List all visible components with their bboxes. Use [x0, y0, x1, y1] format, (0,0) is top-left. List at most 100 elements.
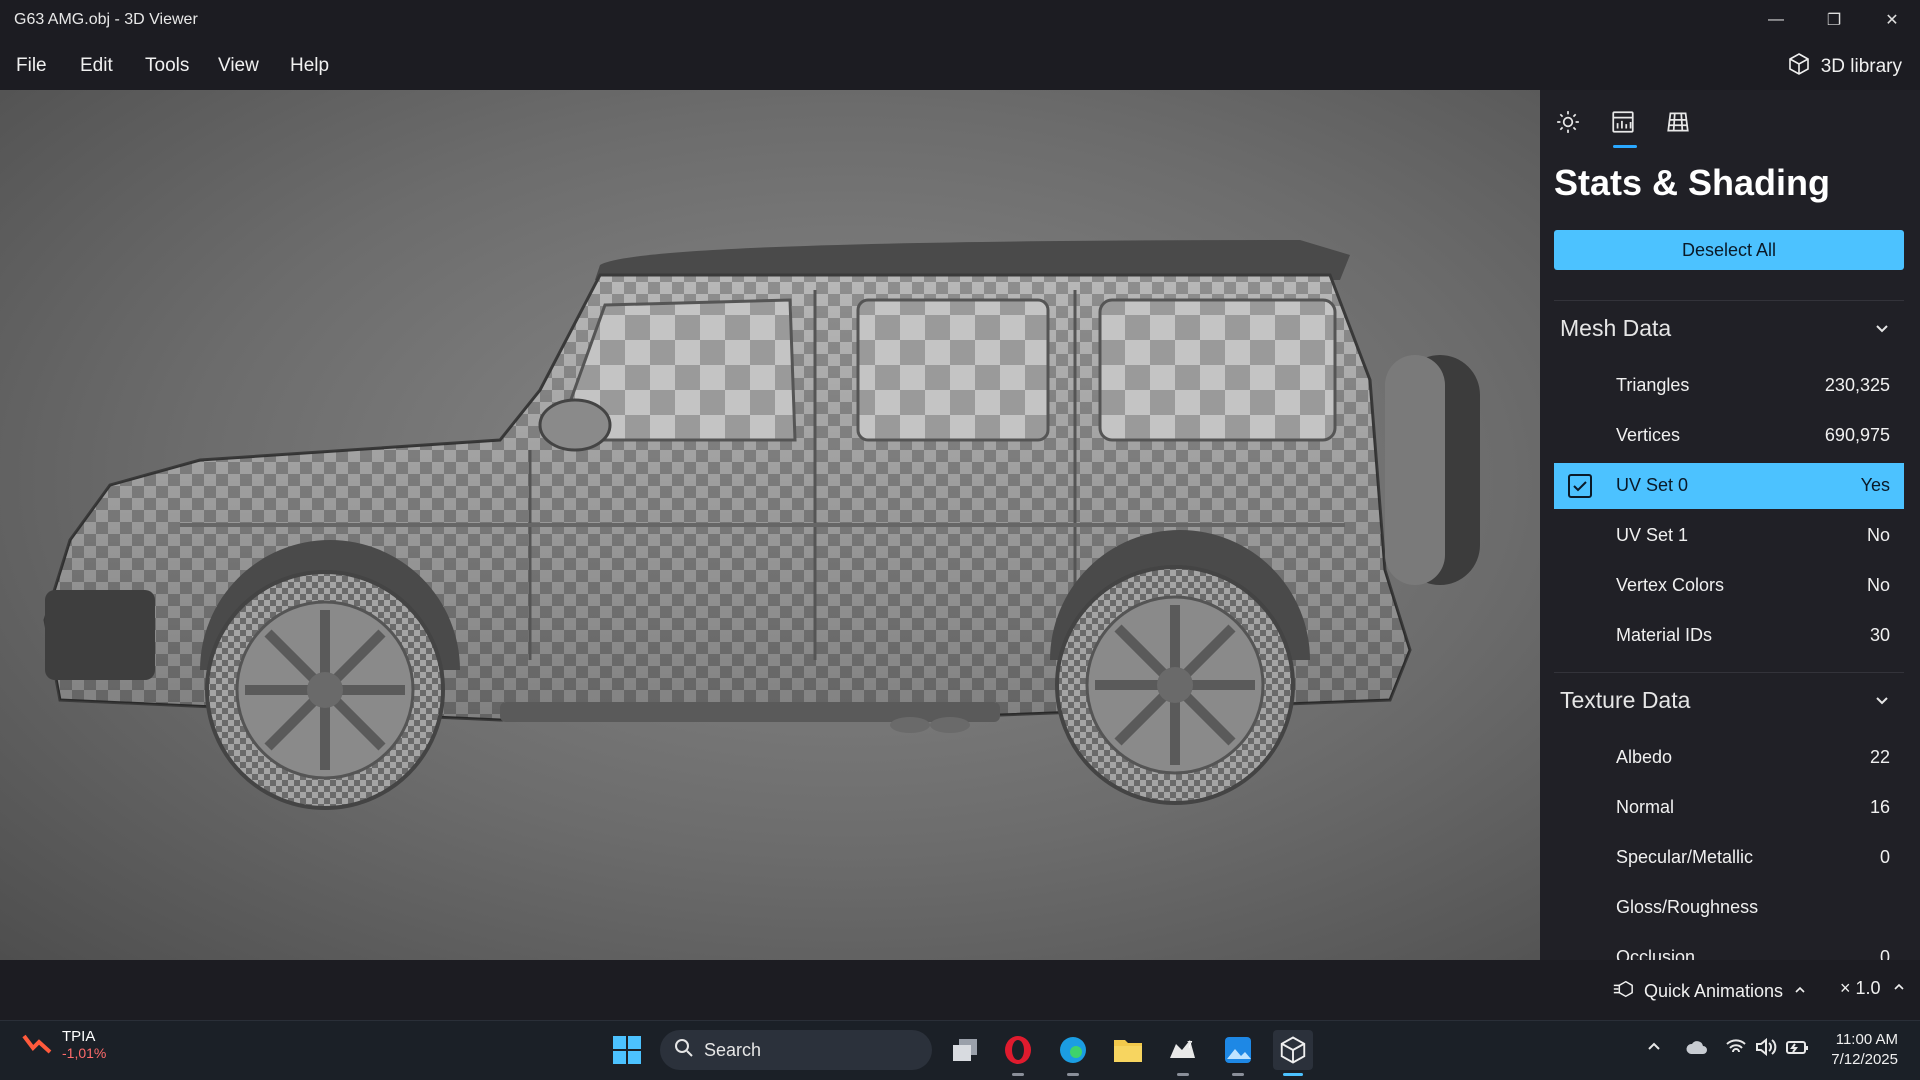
- stat-label: Specular/Metallic: [1616, 847, 1754, 867]
- start-button[interactable]: [607, 1030, 647, 1070]
- stat-value: 0: [1879, 847, 1890, 867]
- close-icon: ✕: [1885, 12, 1899, 29]
- chevron-down-icon: [1872, 317, 1892, 344]
- stat-row-uv-set-0[interactable]: UV Set 0 Yes: [1554, 463, 1904, 509]
- animation-icon: [1612, 978, 1634, 1005]
- maximize-button[interactable]: ❐: [1806, 0, 1862, 40]
- stock-chart-icon-shape: [22, 1034, 52, 1054]
- uv-set-0-checkbox[interactable]: [1568, 474, 1592, 498]
- stat-row-albedo[interactable]: Albedo 22: [1554, 735, 1904, 781]
- menu-tools[interactable]: Tools: [145, 55, 189, 77]
- stat-value: 690,975: [1824, 425, 1890, 445]
- 3d-viewport[interactable]: [0, 90, 1540, 960]
- playback-speed[interactable]: × 1.0: [1840, 978, 1906, 999]
- grid-icon: [1665, 109, 1691, 140]
- 3d-viewer-icon: [1280, 1036, 1306, 1064]
- minimize-icon: —: [1768, 11, 1784, 28]
- menu-file[interactable]: File: [16, 55, 47, 77]
- windows-icon: [613, 1036, 641, 1064]
- wifi-icon[interactable]: [1725, 1038, 1747, 1061]
- stock-widget[interactable]: TPIA -1,01%: [22, 1028, 106, 1061]
- stat-row-occlusion[interactable]: Occlusion 0: [1554, 935, 1904, 960]
- taskbar-file-explorer[interactable]: [1108, 1030, 1148, 1070]
- task-view-button[interactable]: [945, 1030, 985, 1070]
- stat-row-gloss-roughness[interactable]: Gloss/Roughness: [1554, 885, 1904, 931]
- texture-data-header[interactable]: Texture Data: [1554, 672, 1904, 728]
- restore-icon: ❐: [1826, 12, 1842, 29]
- photos-icon: [1225, 1037, 1251, 1063]
- taskbar-3d-viewer[interactable]: [1273, 1030, 1313, 1076]
- quick-animations-label: Quick Animations: [1644, 981, 1784, 1001]
- window-title: G63 AMG.obj - 3D Viewer: [14, 11, 198, 28]
- tab-stats[interactable]: [1603, 106, 1643, 148]
- mesh-data-header[interactable]: Mesh Data: [1554, 300, 1904, 356]
- chevron-up-icon[interactable]: [1645, 1038, 1663, 1061]
- 3d-library-label: 3D library: [1820, 56, 1902, 77]
- clock-time: 11:00 AM: [1835, 1031, 1898, 1048]
- stat-label: UV Set 1: [1616, 525, 1689, 545]
- title-bar: G63 AMG.obj - 3D Viewer — ❐ ✕: [0, 0, 1920, 40]
- stat-label: Triangles: [1616, 375, 1690, 395]
- task-view-icon: [953, 1039, 977, 1061]
- battery-icon[interactable]: [1785, 1038, 1809, 1061]
- stat-row-specular-metallic[interactable]: Specular/Metallic 0: [1554, 835, 1904, 881]
- mesh-data-title: Mesh Data: [1560, 315, 1672, 341]
- stat-value: No: [1866, 575, 1890, 595]
- stat-row-normal[interactable]: Normal 16: [1554, 785, 1904, 831]
- stat-label: Normal: [1616, 797, 1675, 817]
- vehicle-model: [43, 240, 1480, 810]
- quick-animations-button[interactable]: Quick Animations: [1612, 978, 1807, 1005]
- texture-data-title: Texture Data: [1560, 687, 1691, 713]
- taskbar-opera[interactable]: [998, 1030, 1038, 1076]
- edge-icon: [1060, 1037, 1086, 1063]
- menu-help[interactable]: Help: [290, 55, 329, 77]
- taskbar-search[interactable]: Search: [660, 1030, 932, 1070]
- taskbar-rhino[interactable]: 7: [1163, 1030, 1203, 1076]
- onedrive-icon[interactable]: [1685, 1038, 1709, 1061]
- stock-chart-icon: [22, 1030, 52, 1059]
- stat-label: Gloss/Roughness: [1616, 897, 1759, 917]
- chevron-down-icon: [1872, 689, 1892, 716]
- close-button[interactable]: ✕: [1864, 0, 1920, 40]
- menu-view[interactable]: View: [218, 55, 259, 77]
- stat-label: Occlusion: [1616, 947, 1696, 960]
- stat-row-material-ids[interactable]: Material IDs 30: [1554, 613, 1904, 659]
- minimize-button[interactable]: —: [1748, 0, 1804, 40]
- stat-value: Yes: [1860, 475, 1890, 495]
- taskbar-clock[interactable]: 11:00 AM 7/12/2025: [1831, 1030, 1898, 1070]
- stat-label: UV Set 0: [1616, 475, 1689, 495]
- checkmark-icon: [1573, 481, 1587, 492]
- 3d-library-button[interactable]: 3D library: [1787, 52, 1902, 82]
- stat-label: Vertex Colors: [1616, 575, 1725, 595]
- stat-row-vertices: Vertices 690,975: [1554, 413, 1904, 459]
- chevron-up-icon: [1793, 981, 1807, 1002]
- menu-edit[interactable]: Edit: [80, 55, 113, 77]
- stat-value: No: [1866, 525, 1890, 545]
- tab-lighting[interactable]: [1548, 106, 1588, 142]
- stat-label: Material IDs: [1616, 625, 1713, 645]
- menu-bar: File Edit Tools View Help: [0, 40, 1920, 90]
- stat-value: 22: [1869, 747, 1890, 767]
- cube-icon: [1787, 52, 1811, 82]
- chevron-up-icon: [1892, 978, 1906, 998]
- deselect-all-button[interactable]: Deselect All: [1554, 230, 1904, 270]
- stat-value: 0: [1879, 947, 1890, 960]
- sun-icon: [1555, 109, 1581, 140]
- stats-chart-icon: [1610, 109, 1636, 140]
- panel-title: Stats & Shading: [1554, 162, 1831, 203]
- volume-icon[interactable]: [1755, 1037, 1777, 1061]
- tab-grid[interactable]: [1658, 106, 1698, 142]
- folder-icon: [1114, 1040, 1142, 1062]
- stock-text: TPIA -1,01%: [62, 1028, 106, 1061]
- stock-change: -1,01%: [62, 1045, 107, 1061]
- stat-row-vertex-colors[interactable]: Vertex Colors No: [1554, 563, 1904, 609]
- stat-row-uv-set-1[interactable]: UV Set 1 No: [1554, 513, 1904, 559]
- stat-value: 16: [1869, 797, 1890, 817]
- search-icon: [674, 1038, 694, 1063]
- taskbar-edge[interactable]: [1053, 1030, 1093, 1076]
- clock-date: 7/12/2025: [1831, 1051, 1898, 1068]
- rhino-icon: 7: [1170, 1040, 1195, 1058]
- stat-value: 30: [1869, 625, 1890, 645]
- taskbar-photos[interactable]: [1218, 1030, 1258, 1076]
- stat-label: Vertices: [1616, 425, 1681, 445]
